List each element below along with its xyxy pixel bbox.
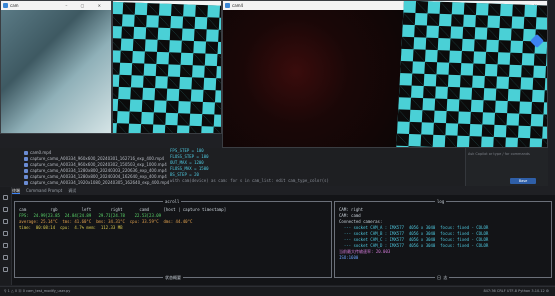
camera-feed — [1, 10, 111, 133]
file-icon — [24, 181, 28, 185]
status-box-footer: 状态概要 — [163, 275, 183, 280]
debug-icon[interactable] — [3, 219, 8, 224]
window-title: cam — [10, 3, 19, 8]
code-view[interactable]: FPS_STEP = 100 FLOSS_STEP = 100 OUT_MAX … — [158, 148, 458, 184]
terminal[interactable]: acroll cam rgb left right camd [host | c… — [12, 195, 555, 285]
base-button[interactable]: Base — [510, 178, 536, 184]
log-box: log CAM: right CAM: camd Connected camer… — [334, 199, 552, 280]
list-item[interactable]: capture_camo_A00334_1920x1080_20240305_1… — [0, 180, 169, 186]
camera-window-left[interactable]: cam – ▢ ✕ — [0, 0, 112, 134]
layout-icon[interactable] — [3, 255, 8, 260]
account-icon[interactable] — [3, 267, 8, 272]
log-box-title: log — [435, 199, 447, 204]
checkerboard-feed-right — [396, 1, 547, 147]
time-line: time: 00:08:14 cpu: 4.7% mem: 112.33 MB — [19, 225, 123, 230]
window-titlebar[interactable]: cam – ▢ ✕ — [1, 1, 111, 10]
file-icon — [24, 175, 28, 179]
activity-bar — [0, 187, 12, 285]
file-icon — [24, 157, 28, 161]
play-icon[interactable] — [3, 207, 8, 212]
tab-debug[interactable]: 调试 — [68, 187, 76, 194]
status-box-title: acroll — [163, 199, 182, 204]
settings-icon[interactable] — [3, 243, 8, 248]
chat-input[interactable]: Ask Copilot or type / for commands — [468, 152, 542, 157]
code-line: with cam(device) as cam: for s in cam_li… — [170, 178, 329, 183]
log-line: ISO:1600 — [339, 255, 359, 260]
status-box: acroll cam rgb left right camd [host | c… — [14, 199, 332, 280]
file-icon — [24, 151, 28, 155]
camera-window-middle[interactable]: cam — [112, 0, 222, 134]
tab-command-prompt[interactable]: Command Prompt — [26, 187, 62, 194]
camera-window-right[interactable]: cam4 – ▢ ✕ — [222, 0, 548, 148]
extensions-icon[interactable] — [3, 231, 8, 236]
app-icon — [3, 3, 8, 8]
log-box-footer: 日 志 — [435, 275, 450, 280]
window-controls[interactable]: – ▢ ✕ — [65, 1, 107, 10]
terminal-icon[interactable] — [3, 195, 8, 200]
file-list: cam0.mp4 capture_camo_A00334_960x600_202… — [0, 150, 169, 186]
tab-terminal[interactable]: 终端 — [12, 187, 20, 194]
file-icon — [24, 163, 28, 167]
app-icon — [225, 3, 230, 8]
checkerboard-feed — [113, 1, 221, 133]
window-title: cam4 — [232, 3, 244, 8]
editor-area: cam0.mp4 capture_camo_A00334_960x600_202… — [0, 148, 465, 186]
file-icon — [24, 169, 28, 173]
dark-camera-feed — [223, 10, 405, 147]
panel-tabs: 终端 Command Prompt 调试 — [12, 187, 76, 194]
